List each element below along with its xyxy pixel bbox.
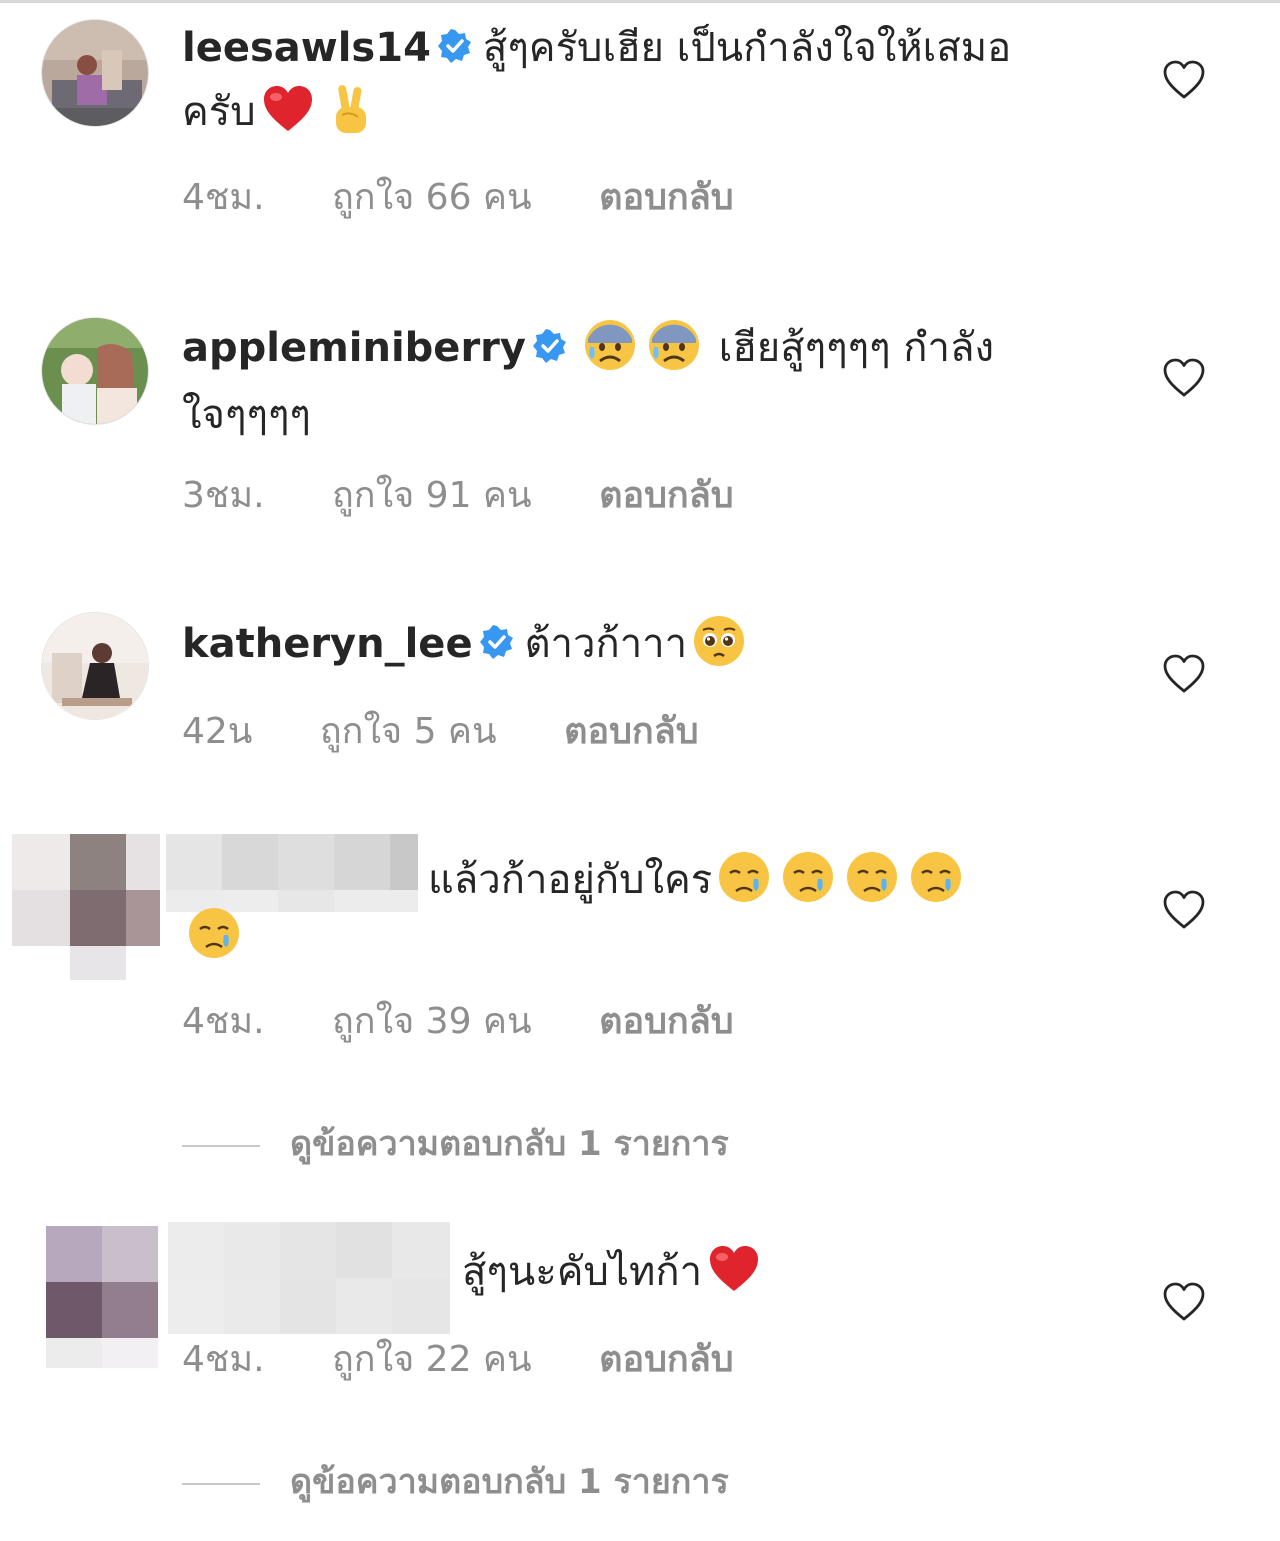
comment-item: appleminiberry เฮียสู้ๆๆๆๆ กำลังใจๆๆๆๆ 3…	[0, 300, 1280, 560]
view-replies-button[interactable]: ดูข้อความตอบกลับ 1 รายการ	[182, 1116, 729, 1170]
crying-face-emoji-icon	[716, 849, 772, 905]
likes-count[interactable]: ถูกใจ 5 คน	[320, 702, 497, 759]
comment-meta: 4ชม. ถูกใจ 66 คน ตอบกลับ	[182, 168, 790, 225]
avatar[interactable]	[42, 613, 148, 719]
comment-item: leesawls14 สู้ๆครับเฮีย เป็นกำลังใจให้เสม…	[0, 0, 1280, 260]
comment-item: katheryn_lee ต้าวก้าาา 42น ถูกใจ 5 คน ตอบ…	[0, 600, 1280, 780]
comment-body-wrap	[182, 904, 1082, 971]
like-heart-icon[interactable]	[1162, 358, 1206, 398]
blurred-avatar	[12, 834, 160, 980]
username[interactable]: katheryn_lee	[182, 621, 473, 667]
comment-item: แล้วก้าอยู่กับใคร 4ชม. ถูกใจ 39 คน ตอบกล…	[0, 820, 1280, 1200]
comment-text: แล้วก้าอยู่กับใคร	[428, 857, 713, 903]
reply-button[interactable]: ตอบกลับ	[599, 466, 734, 523]
comment-meta: 42น ถูกใจ 5 คน ตอบกลับ	[182, 702, 755, 759]
comment-body: katheryn_lee ต้าวก้าาา	[182, 612, 1082, 679]
blurred-username	[168, 1222, 450, 1334]
divider	[182, 1144, 260, 1147]
like-heart-icon[interactable]	[1162, 1282, 1206, 1322]
crying-face-emoji-icon	[780, 849, 836, 905]
username[interactable]: leesawls14	[182, 25, 431, 71]
comment-body: appleminiberry เฮียสู้ๆๆๆๆ กำลังใจๆๆๆๆ	[182, 316, 1082, 447]
avatar[interactable]	[42, 20, 148, 126]
likes-count[interactable]: ถูกใจ 66 คน	[332, 168, 532, 225]
divider	[182, 1482, 260, 1485]
comment-time: 4ชม.	[182, 177, 265, 218]
crying-face-emoji-icon	[844, 849, 900, 905]
blurred-avatar	[46, 1226, 158, 1368]
reply-button[interactable]: ตอบกลับ	[599, 168, 734, 225]
anxious-face-with-sweat-emoji-icon	[582, 317, 638, 373]
comment-text: สู้ๆนะคับไทก้า	[462, 1249, 703, 1295]
blurred-username	[166, 834, 418, 912]
view-replies-label: ดูข้อความตอบกลับ 1 รายการ	[290, 1462, 729, 1502]
comment-item: สู้ๆนะคับไทก้า 4ชม. ถูกใจ 22 คน ตอบกลับ …	[0, 1210, 1280, 1541]
like-heart-icon[interactable]	[1162, 60, 1206, 100]
verified-badge-icon	[437, 28, 473, 64]
view-replies-button[interactable]: ดูข้อความตอบกลับ 1 รายการ	[182, 1454, 729, 1508]
comment-time: 4ชม.	[182, 1339, 265, 1380]
comment-time: 3ชม.	[182, 475, 265, 516]
crying-face-emoji-icon	[186, 905, 242, 961]
pleading-face-emoji-icon	[691, 613, 747, 669]
comment-body: leesawls14 สู้ๆครับเฮีย เป็นกำลังใจให้เสม…	[182, 16, 1082, 147]
verified-badge-icon	[479, 624, 515, 660]
comment-body: สู้ๆนะคับไทก้า	[462, 1240, 1062, 1307]
comment-time: 4ชม.	[182, 1001, 265, 1042]
comment-time: 42น	[182, 711, 253, 752]
verified-badge-icon	[532, 328, 568, 364]
reply-button[interactable]: ตอบกลับ	[564, 702, 699, 759]
red-heart-emoji-icon	[260, 81, 316, 137]
view-replies-label: ดูข้อความตอบกลับ 1 รายการ	[290, 1124, 729, 1164]
username[interactable]: appleminiberry	[182, 325, 526, 371]
reply-button[interactable]: ตอบกลับ	[599, 1330, 734, 1387]
comment-meta: 4ชม. ถูกใจ 22 คน ตอบกลับ	[182, 1330, 790, 1387]
victory-hand-emoji-icon	[324, 81, 380, 137]
avatar[interactable]	[42, 318, 148, 424]
likes-count[interactable]: ถูกใจ 91 คน	[332, 466, 532, 523]
likes-count[interactable]: ถูกใจ 22 คน	[332, 1330, 532, 1387]
reply-button[interactable]: ตอบกลับ	[599, 992, 734, 1049]
comment-text: ต้าวก้าาา	[524, 621, 688, 667]
crying-face-emoji-icon	[908, 849, 964, 905]
like-heart-icon[interactable]	[1162, 890, 1206, 930]
like-heart-icon[interactable]	[1162, 654, 1206, 694]
likes-count[interactable]: ถูกใจ 39 คน	[332, 992, 532, 1049]
anxious-face-with-sweat-emoji-icon	[646, 317, 702, 373]
comment-meta: 4ชม. ถูกใจ 39 คน ตอบกลับ	[182, 992, 790, 1049]
comment-meta: 3ชม. ถูกใจ 91 คน ตอบกลับ	[182, 466, 790, 523]
red-heart-emoji-icon	[706, 1241, 762, 1297]
